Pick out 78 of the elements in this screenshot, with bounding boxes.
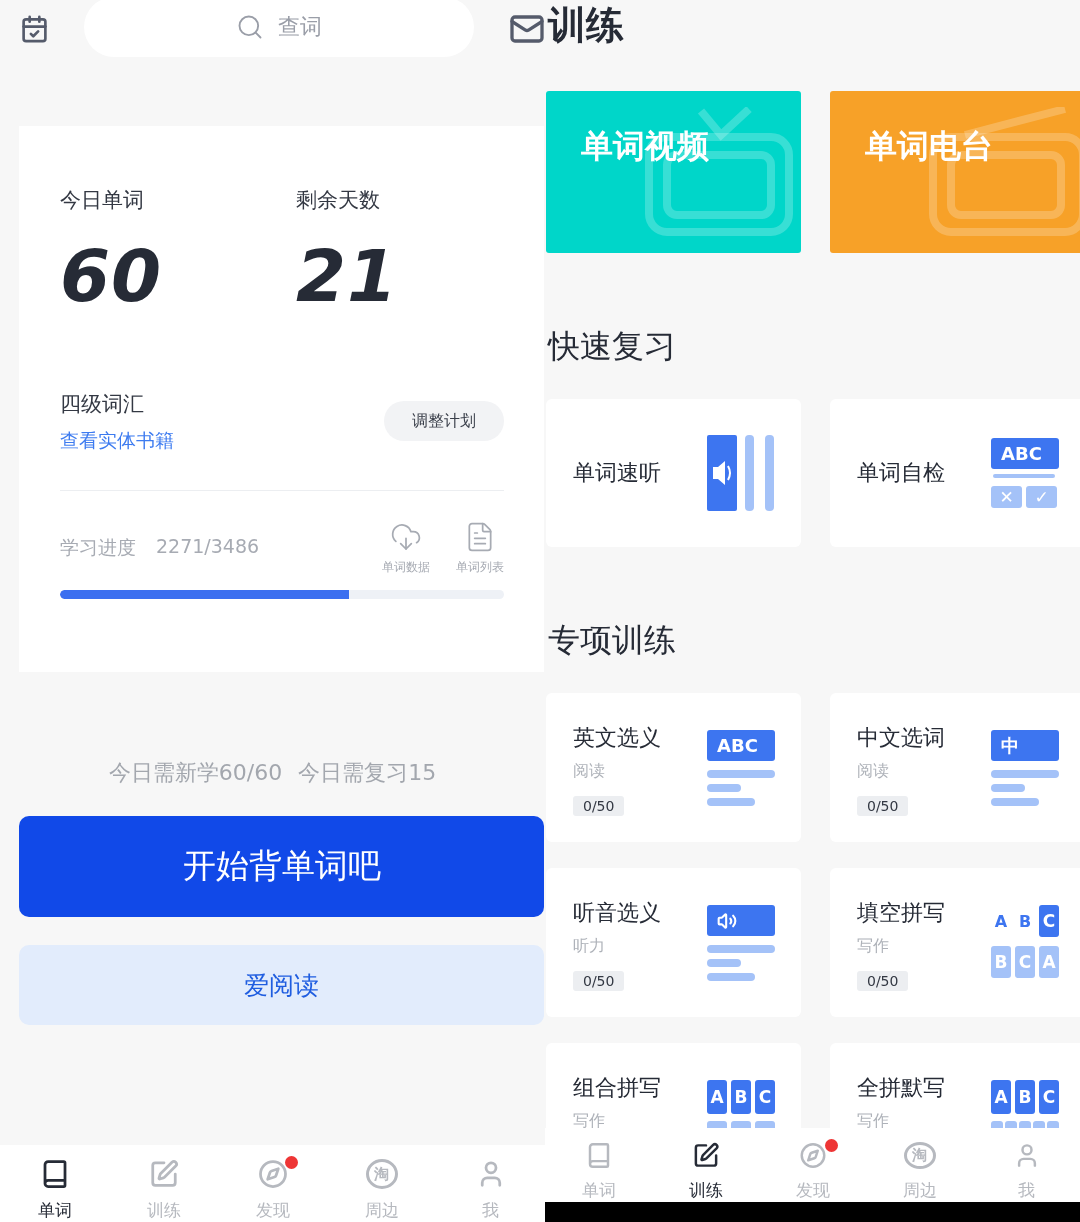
letter-tile: C	[1039, 1080, 1059, 1114]
stat-label: 剩余天数	[296, 187, 381, 214]
letter-tile: B	[1015, 1080, 1035, 1114]
progress-label: 学习进度	[60, 535, 136, 560]
search-field[interactable]: 查词	[84, 0, 474, 57]
letter-tile: A	[707, 1080, 727, 1114]
card-title: 英文选义	[573, 724, 661, 752]
letter-tile: B	[731, 1080, 751, 1114]
label-tag: 中	[991, 730, 1059, 761]
banner-label: 单词视频	[581, 126, 709, 167]
progress-count: 0/50	[573, 971, 625, 991]
card-title: 组合拼写	[573, 1074, 661, 1102]
lines-icon	[707, 770, 775, 806]
tab[interactable]: 训练	[670, 1142, 741, 1202]
letter: B	[1017, 910, 1033, 933]
training-card[interactable]: 英文选义 阅读 0/50 ABC	[546, 693, 801, 842]
start-button[interactable]: 开始背单词吧	[19, 816, 544, 917]
book-name: 四级词汇	[60, 391, 145, 418]
card-title: 单词速听	[573, 459, 661, 487]
letter: A	[993, 910, 1009, 933]
stat-value: 60	[60, 240, 164, 312]
tab[interactable]: 单词	[19, 1159, 90, 1222]
card-category: 写作	[573, 1111, 605, 1128]
card-title: 听音选义	[573, 899, 661, 927]
speaker-bars-icon	[707, 435, 775, 511]
progress-count: 0/50	[857, 971, 909, 991]
card-category: 阅读	[573, 761, 605, 782]
page-title: 训练	[548, 2, 625, 49]
progress-count: 0/50	[573, 796, 625, 816]
letter-tile: C	[1039, 905, 1059, 937]
progress-count: 2271/3486	[156, 535, 260, 557]
stat-label: 今日单词	[60, 187, 145, 214]
label-tag: ABC	[707, 730, 775, 761]
action-button[interactable]: 单词列表	[456, 521, 504, 576]
banner-card[interactable]: 单词电台	[830, 91, 1080, 253]
card-category: 听力	[573, 936, 605, 957]
training-card[interactable]: 组合拼写 写作 A B C	[546, 1043, 801, 1128]
badge-icon: 淘	[903, 1142, 936, 1169]
training-card[interactable]: 中文选词 阅读 0/50 中	[830, 693, 1080, 842]
summary-text: 今日需新学60/60	[108, 759, 283, 787]
adjust-plan-button[interactable]: 调整计划	[384, 401, 504, 441]
summary-text: 今日需复习15	[298, 759, 437, 787]
training-card[interactable]: 听音选义 听力 0/50	[546, 868, 801, 1017]
lines-icon	[991, 770, 1059, 806]
review-card[interactable]: 单词自检 ABC ✕ ✓	[830, 399, 1080, 547]
label-tag: ABC	[991, 438, 1059, 469]
progress-count: 0/50	[857, 796, 909, 816]
training-card[interactable]: 全拼默写 写作 A B C	[830, 1043, 1080, 1128]
cloud-download-icon	[390, 521, 422, 553]
speaker-icon	[717, 910, 737, 931]
section-heading: 专项训练	[547, 620, 677, 661]
card-category: 写作	[857, 1111, 889, 1128]
card-title: 填空拼写	[857, 899, 945, 927]
action-button[interactable]: 单词数据	[382, 521, 430, 576]
letter-tile: A	[1039, 946, 1059, 978]
search-icon	[236, 13, 264, 41]
review-card[interactable]: 单词速听	[546, 399, 801, 547]
card-title: 中文选词	[857, 724, 945, 752]
letter-tile: A	[991, 1080, 1011, 1114]
mark-tile: ✓	[1026, 486, 1057, 508]
divider-line	[993, 474, 1055, 478]
card-title: 单词自检	[857, 459, 945, 487]
read-button[interactable]: 爱阅读	[19, 945, 544, 1025]
training-card[interactable]: 填空拼写 写作 0/50 A B C B C A	[830, 868, 1080, 1017]
mark-tile: ✕	[991, 486, 1022, 508]
letter-tile: B	[991, 946, 1011, 978]
search-placeholder: 查词	[278, 13, 322, 41]
lines-icon	[707, 945, 775, 981]
book-link[interactable]: 查看实体书籍	[60, 428, 174, 454]
card-category: 写作	[857, 936, 889, 957]
badge-icon: 淘	[365, 1159, 398, 1189]
stat-value: 21	[296, 240, 400, 312]
banner-label: 单词电台	[865, 126, 993, 167]
card-title: 全拼默写	[857, 1074, 945, 1102]
letter-tile: C	[755, 1080, 775, 1114]
letter-tile: C	[1015, 946, 1035, 978]
card-category: 阅读	[857, 761, 889, 782]
section-heading: 快速复习	[546, 326, 677, 367]
